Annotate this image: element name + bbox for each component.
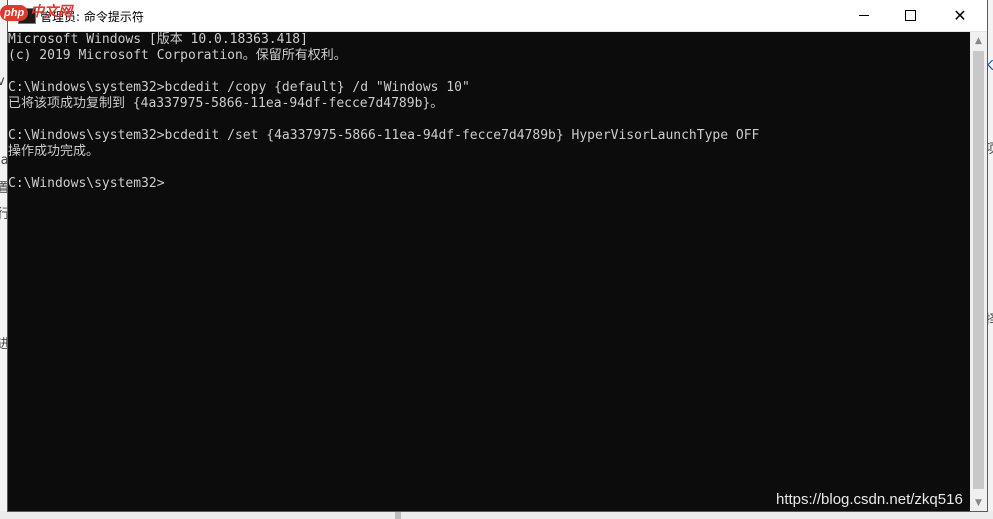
console-line: C:\Windows\system32>bcdedit /set {4a3379… (8, 128, 760, 143)
minimize-icon (859, 15, 869, 16)
console-line: 操作成功完成。 (8, 144, 100, 159)
console-line: (c) 2019 Microsoft Corporation。保留所有权利。 (8, 48, 347, 63)
site-logo-text: 中文网 (30, 3, 73, 19)
csdn-watermark: https://blog.csdn.net/zkq516 (776, 491, 963, 508)
scrollbar-thumb[interactable] (973, 51, 984, 489)
scroll-up-arrow-icon[interactable]: ▲ (970, 32, 987, 49)
site-logo-badge: php 中文网 (0, 0, 72, 22)
console-line: 已将该项成功复制到 {4a337975-5866-11ea-94df-fecce… (8, 96, 444, 111)
console-line: Microsoft Windows [版本 10.0.18363.418] (8, 32, 308, 47)
title-bar[interactable]: 管理员: 命令提示符 php 中文网 ✕ (0, 0, 987, 32)
close-icon: ✕ (953, 5, 967, 25)
command-prompt-window[interactable]: 管理员: 命令提示符 php 中文网 ✕ Microsoft Windows [版… (0, 0, 987, 511)
vertical-scrollbar[interactable]: ▲ ▼ (970, 32, 987, 511)
maximize-button[interactable] (887, 0, 933, 31)
console-line: C:\Windows\system32>bcdedit /copy {defau… (8, 80, 470, 95)
php-logo: php (0, 5, 29, 21)
background-fragment: v (0, 74, 5, 89)
maximize-icon (904, 10, 916, 21)
close-button[interactable]: ✕ (933, 0, 987, 31)
console-output[interactable]: Microsoft Windows [版本 10.0.18363.418] (c… (8, 32, 970, 511)
scroll-down-arrow-icon[interactable]: ▼ (970, 494, 987, 511)
background-window-right: Ki 项 择 (985, 0, 993, 519)
console-prompt[interactable]: C:\Windows\system32> (8, 176, 165, 192)
minimize-button[interactable] (841, 0, 887, 31)
background-scrollbar-fragment (395, 511, 401, 519)
background-taskbar-strip (0, 511, 993, 519)
